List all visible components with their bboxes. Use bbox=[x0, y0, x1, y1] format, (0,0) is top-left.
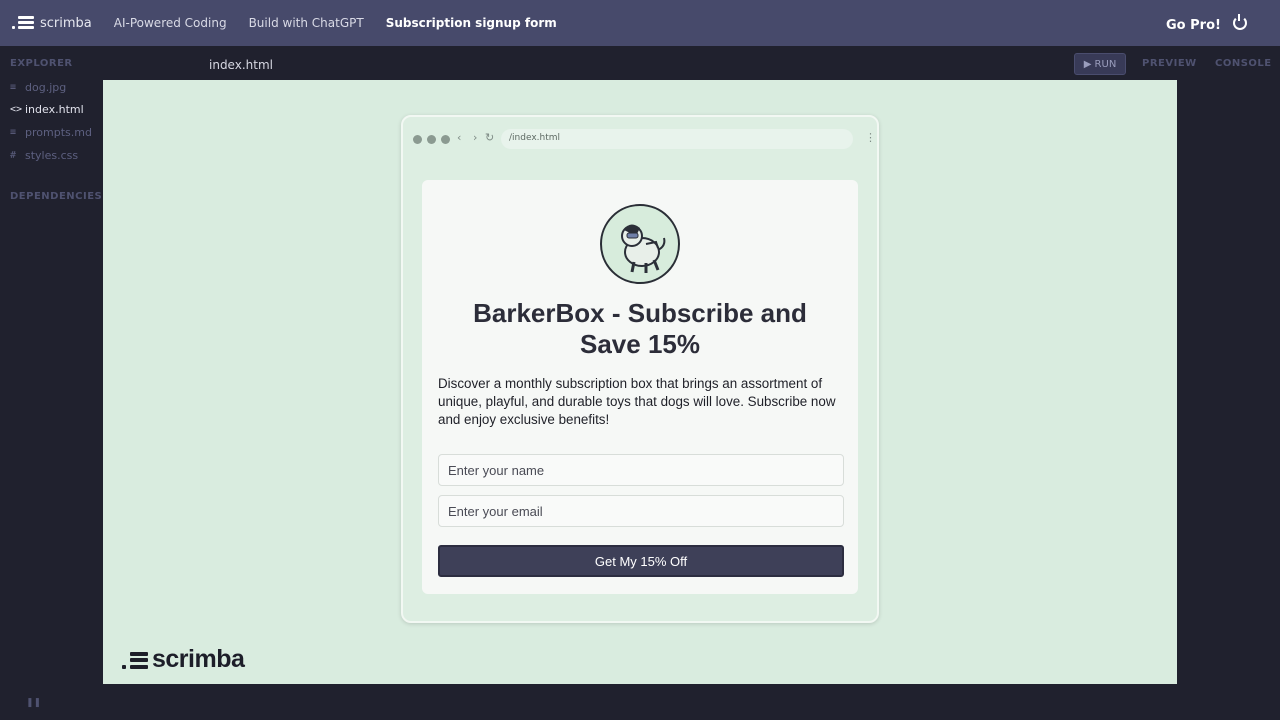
file-name: prompts.md bbox=[25, 126, 92, 139]
browser-toolbar: ‹ › ↻ /index.html ⋮ bbox=[403, 117, 877, 161]
dependencies-title[interactable]: DEPENDENCIES bbox=[10, 191, 102, 202]
get-discount-button[interactable]: Get My 15% Off bbox=[438, 545, 844, 577]
breadcrumb-course[interactable]: AI-Powered Coding bbox=[114, 16, 227, 30]
watermark-text: scrimba bbox=[152, 645, 245, 673]
signup-description: Discover a monthly subscription box that… bbox=[438, 376, 836, 427]
html-file-icon: <> bbox=[10, 104, 23, 115]
window-dot-icon bbox=[427, 135, 436, 144]
css-file-icon: # bbox=[10, 150, 17, 161]
file-icon: ≡ bbox=[10, 127, 17, 138]
file-icon: ≡ bbox=[10, 82, 17, 93]
email-field[interactable] bbox=[438, 495, 844, 527]
scrimba-logo-icon bbox=[122, 651, 148, 669]
top-bar: scrimba AI-Powered Coding Build with Cha… bbox=[0, 0, 1280, 46]
run-button[interactable]: ▶ RUN bbox=[1074, 53, 1126, 75]
power-icon[interactable] bbox=[1233, 14, 1247, 30]
brand-name: scrimba bbox=[40, 15, 92, 31]
reload-icon[interactable]: ↻ bbox=[485, 131, 494, 144]
file-name: styles.css bbox=[25, 149, 79, 162]
file-index-html[interactable]: <> index.html bbox=[10, 103, 84, 116]
file-explorer: EXPLORER ≡ dog.jpg <> index.html ≡ promp… bbox=[0, 46, 103, 686]
file-styles-css[interactable]: # styles.css bbox=[10, 149, 78, 162]
tab-console[interactable]: CONSOLE bbox=[1215, 58, 1272, 69]
preview-pane: ‹ › ↻ /index.html ⋮ BarkerBox - Subscrib… bbox=[103, 80, 1177, 684]
play-pause-icon[interactable]: ❚❚ bbox=[26, 698, 41, 708]
more-options-icon[interactable]: ⋮ bbox=[865, 131, 876, 144]
scrimba-logo-icon bbox=[12, 16, 34, 30]
window-dot-icon bbox=[413, 135, 422, 144]
signup-headline: BarkerBox - Subscribe and Save 15% bbox=[473, 298, 807, 359]
brand[interactable]: scrimba bbox=[12, 16, 92, 31]
file-prompts-md[interactable]: ≡ prompts.md bbox=[10, 126, 92, 139]
bottom-bar: ❚❚ bbox=[0, 686, 1280, 720]
window-dot-icon bbox=[441, 135, 450, 144]
editor-tab-index-html[interactable]: index.html bbox=[209, 58, 273, 72]
file-dog-jpg[interactable]: ≡ dog.jpg bbox=[10, 81, 66, 94]
tab-preview[interactable]: PREVIEW bbox=[1142, 58, 1197, 69]
name-field[interactable] bbox=[438, 454, 844, 486]
file-name: dog.jpg bbox=[25, 81, 67, 94]
breadcrumb-module[interactable]: Build with ChatGPT bbox=[249, 16, 364, 30]
url-text: /index.html bbox=[509, 133, 561, 143]
signup-card: BarkerBox - Subscribe and Save 15% Disco… bbox=[422, 180, 858, 594]
go-pro-button[interactable]: Go Pro! bbox=[1166, 18, 1221, 33]
forward-arrow-icon[interactable]: › bbox=[473, 131, 477, 144]
dog-logo-icon bbox=[600, 204, 680, 284]
back-arrow-icon[interactable]: ‹ bbox=[457, 131, 461, 144]
browser-mockup: ‹ › ↻ /index.html ⋮ BarkerBox - Subscrib… bbox=[401, 115, 879, 623]
file-name: index.html bbox=[25, 103, 84, 116]
breadcrumb-lesson[interactable]: Subscription signup form bbox=[386, 16, 557, 30]
scrimba-watermark: scrimba bbox=[122, 645, 245, 674]
explorer-title: EXPLORER bbox=[10, 58, 73, 69]
